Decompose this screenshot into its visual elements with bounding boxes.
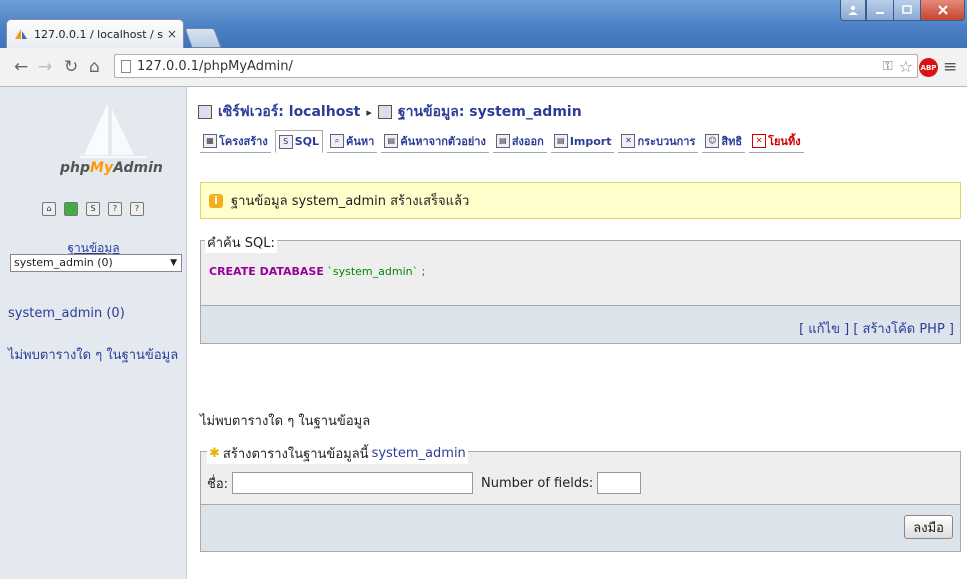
breadcrumb-database[interactable]: ฐานข้อมูล: system_admin	[398, 101, 582, 123]
database-select-value: system_admin (0)	[14, 256, 113, 269]
search-icon: ⌕	[330, 134, 345, 148]
sql-query-icon[interactable]: S	[86, 202, 100, 216]
query-icon: ▤	[384, 134, 399, 148]
breadcrumb-separator: ▸	[366, 105, 372, 119]
import-icon: ▤	[553, 134, 568, 148]
tab-title: 127.0.0.1 / localhost / syst	[34, 27, 163, 41]
browser-titlebar: 127.0.0.1 / localhost / syst ×	[0, 0, 967, 48]
phpmyadmin-logo[interactable]: phpMyAdmin	[60, 160, 163, 176]
tab-search[interactable]: ⌕ ค้นหา	[327, 130, 378, 153]
home-icon[interactable]: ⌂	[89, 57, 100, 77]
no-tables-text: ไม่พบตารางใด ๆ ในฐานข้อมูล	[200, 414, 371, 429]
maximize-button[interactable]	[893, 0, 921, 21]
info-icon: i	[209, 193, 223, 208]
bookmark-star-icon[interactable]: ☆	[899, 57, 913, 76]
main-content: เซิร์ฟเวอร์: localhost ▸ ฐานข้อมูล: syst…	[188, 87, 967, 579]
chevron-down-icon: ▼	[170, 258, 177, 268]
database-icon	[377, 105, 392, 119]
create-table-db-name: system_admin	[371, 446, 466, 461]
url-text[interactable]: 127.0.0.1/phpMyAdmin/	[137, 59, 293, 74]
close-window-button[interactable]	[920, 0, 965, 21]
create-table-legend: ✱ สร้างตารางในฐานข้อมูลนี้ system_admin	[207, 443, 468, 464]
tab-drop[interactable]: ✕ โยนทิ้ง	[749, 130, 804, 153]
documentation-icon[interactable]: ?	[108, 202, 122, 216]
sql-query-footer: [ แก้ไข ] [ สร้างโค้ด PHP ]	[200, 306, 961, 344]
tab-operations[interactable]: ✕ กระบวนการ	[618, 130, 699, 153]
operations-icon: ✕	[621, 134, 636, 148]
browser-toolbar: ← → ↻ ⌂ 127.0.0.1/phpMyAdmin/ ⚿ ☆ ABP ≡	[0, 48, 967, 87]
back-icon[interactable]: ←	[14, 57, 28, 77]
logout-icon[interactable]	[64, 202, 78, 216]
tab-structure[interactable]: ▦ โครงสร้าง	[200, 130, 271, 153]
server-icon	[198, 105, 212, 119]
tab-query[interactable]: ▤ ค้นหาจากตัวอย่าง	[381, 130, 489, 153]
home-icon[interactable]: ⌂	[42, 202, 56, 216]
go-button[interactable]: ลงมือ	[904, 515, 953, 539]
tab-close-icon[interactable]: ×	[167, 27, 177, 41]
mysql-docs-icon[interactable]: ?	[130, 202, 144, 216]
database-select[interactable]: system_admin (0) ▼	[10, 254, 182, 272]
sql-code: CREATE DATABASE `system_admin` ;	[209, 265, 425, 278]
edit-sql-link[interactable]: [ แก้ไข ]	[799, 322, 849, 337]
new-table-icon: ✱	[209, 446, 220, 461]
tab-sql[interactable]: S SQL	[274, 130, 324, 153]
success-notice: i ฐานข้อมูล system_admin สร้างเสร็จแล้ว	[200, 182, 961, 219]
forward-icon[interactable]: →	[38, 57, 52, 77]
create-table-footer: ลงมือ	[200, 505, 961, 552]
browser-tab[interactable]: 127.0.0.1 / localhost / syst ×	[6, 19, 184, 48]
sql-keyword: CREATE DATABASE	[209, 265, 324, 278]
phpmyadmin-favicon-icon	[13, 27, 29, 41]
drop-icon: ✕	[752, 134, 767, 148]
privileges-icon: ☺	[705, 134, 720, 148]
user-profile-button[interactable]	[840, 0, 866, 21]
new-tab-button[interactable]	[184, 28, 222, 48]
page-icon	[121, 59, 131, 73]
database-tabs: ▦ โครงสร้าง S SQL ⌕ ค้นหา ▤ ค้นหาจากตัวอย่าง…	[200, 130, 804, 153]
notice-text: ฐานข้อมูล system_admin สร้างเสร็จแล้ว	[231, 194, 470, 209]
sidebar-database-link[interactable]: system_admin (0)	[8, 306, 125, 321]
sql-icon: S	[278, 134, 293, 149]
table-name-input[interactable]	[232, 472, 474, 494]
sidebar-no-tables-text: ไม่พบตารางใด ๆ ในฐานข้อมูล	[8, 348, 179, 363]
table-name-label: ชื่อ:	[207, 476, 229, 492]
breadcrumb-server[interactable]: เซิร์ฟเวอร์: localhost	[218, 101, 360, 123]
structure-icon: ▦	[203, 134, 217, 148]
menu-icon[interactable]: ≡	[943, 57, 957, 77]
number-of-fields-input[interactable]	[597, 472, 642, 494]
tab-import[interactable]: ▤ Import	[550, 130, 615, 153]
breadcrumb: เซิร์ฟเวอร์: localhost ▸ ฐานข้อมูล: syst…	[198, 101, 582, 123]
sql-string: `system_admin` ;	[327, 265, 426, 278]
address-bar[interactable]: 127.0.0.1/phpMyAdmin/ ⚿ ☆	[114, 54, 918, 78]
left-navigation-panel: phpMyAdmin ⌂ S ? ? ฐานข้อมูล system_admi…	[0, 87, 187, 579]
sql-legend: คำค้น SQL:	[205, 232, 277, 253]
create-php-link[interactable]: [ สร้างโค้ด PHP ]	[853, 322, 954, 337]
tab-export[interactable]: ▤ ส่งออก	[492, 130, 547, 153]
reload-icon[interactable]: ↻	[64, 57, 78, 77]
tab-privileges[interactable]: ☺ สิทธิ	[702, 130, 746, 153]
phpmyadmin-sail-logo-icon	[80, 103, 146, 158]
quick-links: ⌂ S ? ?	[42, 202, 144, 216]
number-of-fields-label: Number of fields:	[481, 475, 594, 491]
minimize-button[interactable]	[866, 0, 894, 21]
key-icon[interactable]: ⚿	[883, 59, 893, 74]
sql-query-box: คำค้น SQL: CREATE DATABASE `system_admin…	[200, 232, 961, 306]
adblock-icon[interactable]: ABP	[919, 58, 938, 77]
export-icon: ▤	[495, 134, 510, 148]
create-table-form: ✱ สร้างตารางในฐานข้อมูลนี้ system_admin …	[200, 443, 961, 505]
